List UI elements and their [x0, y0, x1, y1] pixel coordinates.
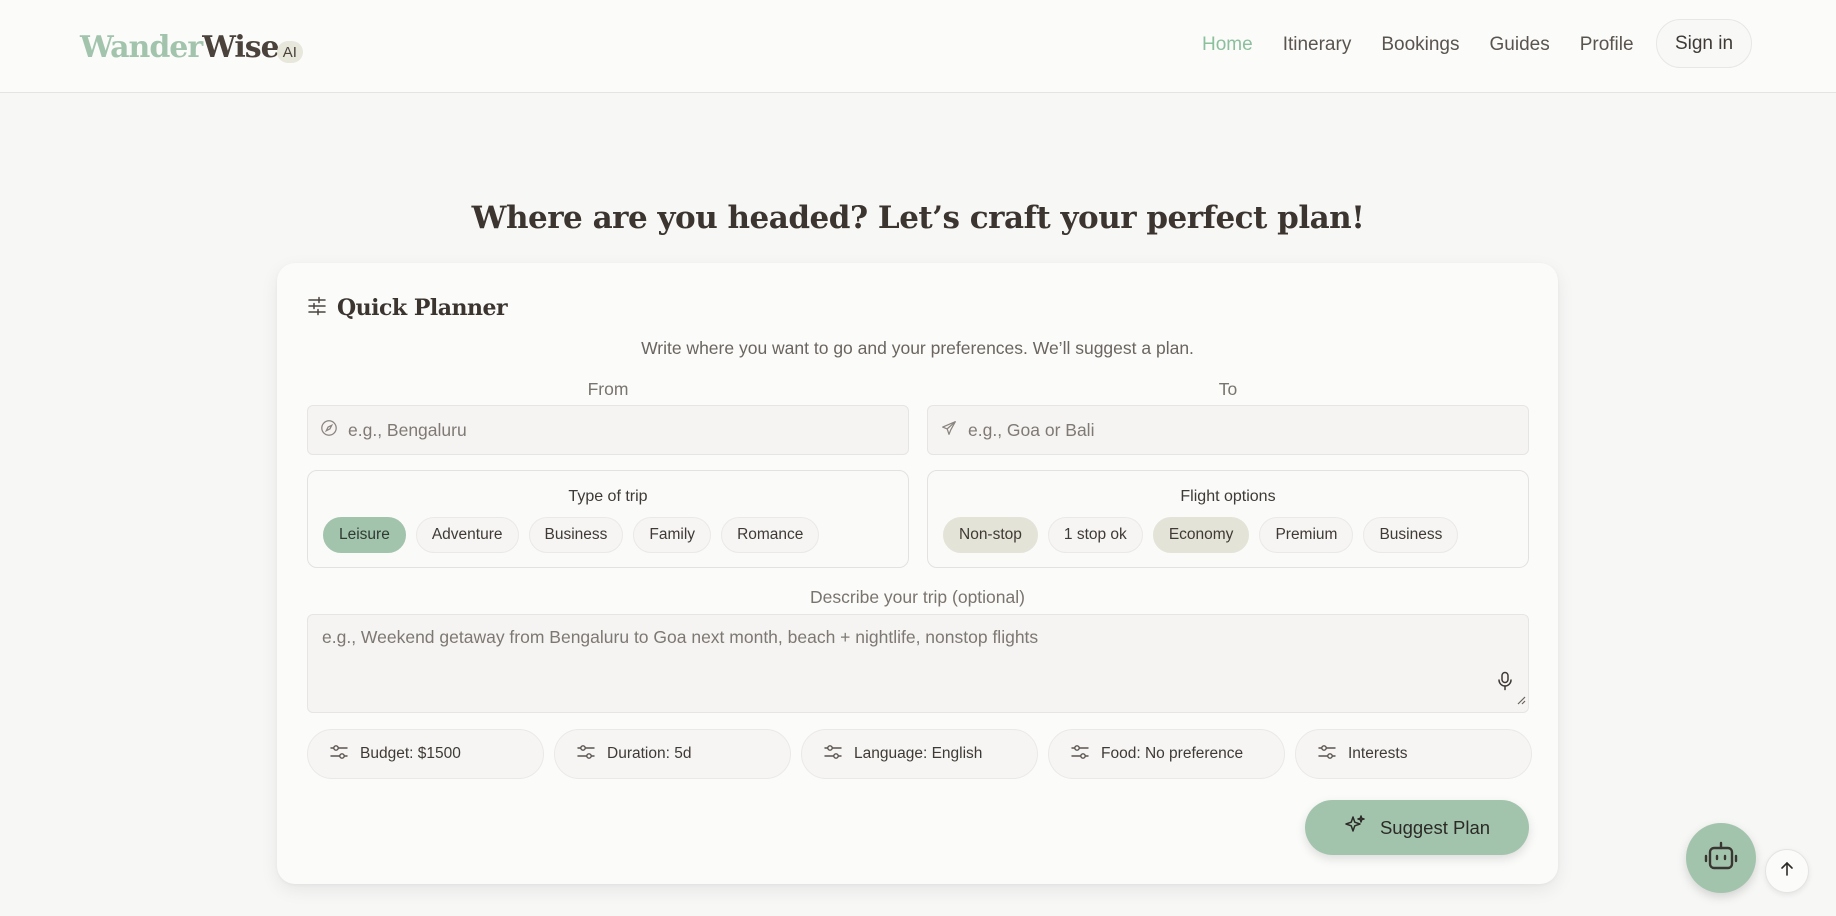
trip-type-group: Type of trip Leisure Adventure Business …	[307, 470, 909, 568]
top-nav-bar: Wander Wise AI Home Itinerary Bookings Gui…	[0, 0, 1836, 93]
card-subtitle: Write where you want to go and your pref…	[641, 338, 1194, 358]
flight-chip-business[interactable]: Business	[1363, 517, 1459, 553]
main-nav: Home Itinerary Bookings Guides Profile	[1202, 34, 1634, 56]
duration-pill-label: Duration: 5d	[607, 745, 692, 762]
logo-part-wise: Wise	[202, 30, 280, 65]
to-input[interactable]	[968, 419, 1508, 441]
trip-type-chip-romance[interactable]: Romance	[721, 517, 820, 553]
flight-chip-economy[interactable]: Economy	[1152, 517, 1250, 553]
from-label: From	[587, 379, 629, 399]
to-label: To	[1218, 379, 1238, 399]
trip-type-chip-leisure[interactable]: Leisure	[323, 517, 406, 553]
card-title: Quick Planner	[337, 295, 508, 321]
robot-icon	[1704, 841, 1738, 876]
nav-link-profile[interactable]: Profile	[1580, 34, 1634, 56]
nav-link-home[interactable]: Home	[1202, 34, 1253, 56]
flight-options-title: Flight options	[1180, 488, 1276, 505]
logo-ai-badge: AI	[276, 41, 303, 63]
food-pill-label: Food: No preference	[1101, 745, 1244, 762]
trip-type-chip-adventure[interactable]: Adventure	[415, 517, 519, 553]
description-label: Describe your trip (optional)	[810, 587, 1025, 607]
flight-chip-non-stop[interactable]: Non-stop	[943, 517, 1038, 553]
sliders-icon	[824, 744, 842, 765]
chatbot-button[interactable]	[1686, 823, 1756, 893]
sliders-icon	[1071, 744, 1089, 765]
interests-pill[interactable]: Interests	[1295, 729, 1532, 779]
trip-type-chip-business[interactable]: Business	[528, 517, 624, 553]
microphone-icon[interactable]	[1496, 671, 1514, 696]
flight-chip-1-stop[interactable]: 1 stop ok	[1047, 517, 1143, 553]
language-pill[interactable]: Language: English	[801, 729, 1038, 779]
flight-chip-premium[interactable]: Premium	[1259, 517, 1354, 553]
plane-icon	[940, 419, 958, 442]
quick-planner-card: Quick Planner Write where you want to go…	[277, 263, 1558, 884]
language-pill-label: Language: English	[854, 745, 983, 762]
compass-icon	[320, 419, 338, 442]
arrow-up-icon	[1779, 861, 1795, 882]
sliders-icon	[577, 744, 595, 765]
suggest-plan-button[interactable]: Suggest Plan	[1305, 800, 1529, 855]
nav-link-bookings[interactable]: Bookings	[1381, 34, 1459, 56]
description-textarea[interactable]	[322, 627, 1482, 702]
sliders-icon	[307, 296, 327, 321]
to-field	[927, 405, 1529, 455]
logo-part-wander: Wander	[80, 30, 203, 65]
sliders-icon	[330, 744, 348, 765]
card-header: Quick Planner	[307, 295, 508, 321]
budget-pill[interactable]: Budget: $1500	[307, 729, 544, 779]
sparkle-icon	[1344, 814, 1366, 841]
preference-pills: Budget: $1500 Duration: 5d Language: Eng…	[307, 729, 1532, 779]
sliders-icon	[1318, 744, 1336, 765]
resize-grip-icon[interactable]	[1516, 692, 1526, 710]
interests-pill-label: Interests	[1348, 745, 1408, 762]
sign-in-button[interactable]: Sign in	[1656, 19, 1752, 68]
nav-link-itinerary[interactable]: Itinerary	[1283, 34, 1352, 56]
logo[interactable]: Wander Wise AI	[80, 30, 303, 65]
trip-type-chip-family[interactable]: Family	[633, 517, 712, 553]
duration-pill[interactable]: Duration: 5d	[554, 729, 791, 779]
from-input[interactable]	[348, 419, 888, 441]
food-pill[interactable]: Food: No preference	[1048, 729, 1285, 779]
description-field	[307, 614, 1529, 713]
nav-link-guides[interactable]: Guides	[1490, 34, 1550, 56]
flight-options-group: Flight options Non-stop 1 stop ok Econom…	[927, 470, 1529, 568]
suggest-plan-label: Suggest Plan	[1379, 816, 1491, 838]
page-headline: Where are you headed? Let’s craft your p…	[471, 200, 1365, 236]
budget-pill-label: Budget: $1500	[360, 745, 461, 762]
scroll-to-top-button[interactable]	[1765, 849, 1809, 893]
trip-type-title: Type of trip	[568, 488, 648, 505]
from-field	[307, 405, 909, 455]
